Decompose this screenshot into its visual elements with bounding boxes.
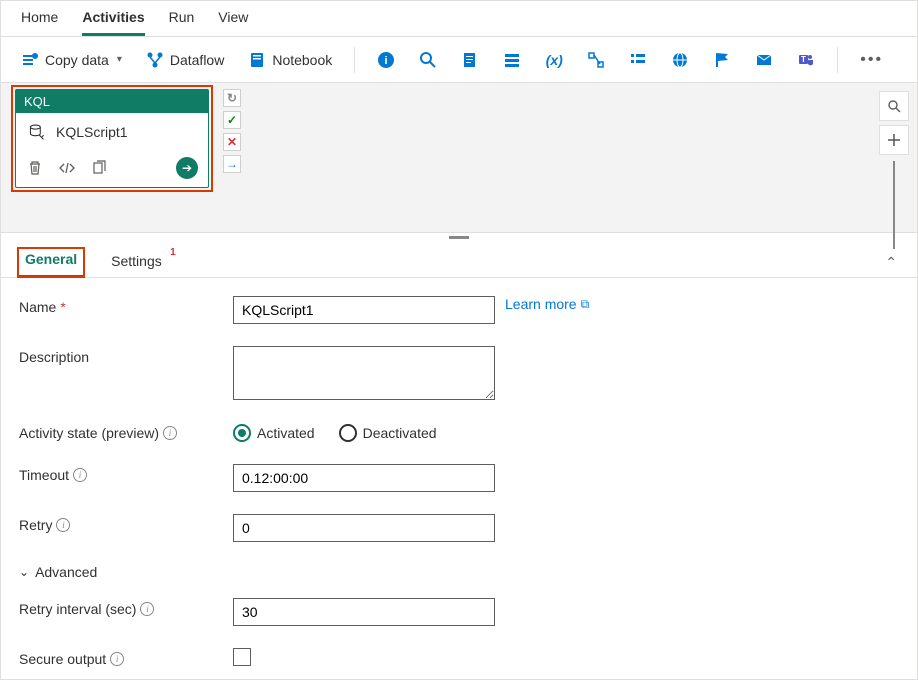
variable-icon: (x)	[545, 51, 563, 69]
tab-settings-label: Settings	[111, 253, 162, 269]
teams-icon: T	[797, 51, 815, 69]
delete-button[interactable]	[26, 159, 44, 177]
secure-output-checkbox[interactable]	[233, 648, 251, 666]
notebook-label: Notebook	[272, 52, 332, 68]
tab-view[interactable]: View	[218, 9, 248, 36]
notebook-icon	[248, 51, 266, 69]
tab-general[interactable]: General	[17, 247, 85, 278]
search-icon	[419, 51, 437, 69]
activity-selection-highlight: KQL KQLScript1 ➔ ↻	[11, 85, 213, 192]
learn-more-link[interactable]: Learn more ⧉	[505, 296, 589, 312]
info-icon[interactable]: i	[73, 468, 87, 482]
data-button[interactable]	[497, 47, 527, 73]
kql-database-icon	[28, 123, 46, 141]
script-button[interactable]	[455, 47, 485, 73]
required-star: *	[60, 299, 65, 315]
chevron-down-icon: ▾	[117, 54, 122, 65]
tab-home[interactable]: Home	[21, 9, 58, 36]
name-input[interactable]	[233, 296, 495, 324]
advanced-toggle[interactable]: ⌄ Advanced	[19, 564, 899, 580]
search-button[interactable]	[413, 47, 443, 73]
tab-settings[interactable]: Settings 1	[103, 249, 170, 277]
copy-data-button[interactable]: Copy data ▾	[15, 47, 128, 73]
svg-text:i: i	[385, 55, 388, 67]
learn-more-label: Learn more	[505, 296, 577, 312]
flag-icon	[713, 51, 731, 69]
description-input[interactable]	[233, 346, 495, 400]
radio-activated[interactable]: Activated	[233, 424, 315, 442]
status-refresh-icon[interactable]: ↻	[223, 89, 241, 107]
description-label: Description	[19, 349, 89, 365]
timeout-input[interactable]	[233, 464, 495, 492]
retry-interval-label: Retry interval (sec)	[19, 601, 136, 617]
dataflow-label: Dataflow	[170, 52, 224, 68]
globe-icon	[671, 51, 689, 69]
activity-node-kql[interactable]: KQL KQLScript1 ➔	[15, 89, 209, 188]
status-skip-icon[interactable]: →	[223, 155, 241, 173]
radio-activated-label: Activated	[257, 425, 315, 441]
pipeline-button[interactable]	[581, 47, 611, 73]
external-link-icon: ⧉	[581, 297, 590, 312]
copy-data-label: Copy data	[45, 52, 109, 68]
info-icon[interactable]: i	[110, 652, 124, 666]
info-icon[interactable]: i	[56, 518, 70, 532]
chevron-down-icon: ⌄	[19, 565, 29, 579]
name-label: Name	[19, 299, 56, 315]
list-icon	[629, 51, 647, 69]
activity-state-label: Activity state (preview)	[19, 425, 159, 441]
data-icon	[503, 51, 521, 69]
canvas-search-button[interactable]	[879, 91, 909, 121]
list-button[interactable]	[623, 47, 653, 73]
info-button[interactable]: i	[371, 47, 401, 73]
web-button[interactable]	[665, 47, 695, 73]
info-icon[interactable]: i	[163, 426, 177, 440]
dataflow-icon	[146, 51, 164, 69]
dataflow-button[interactable]: Dataflow	[140, 47, 230, 73]
retry-interval-input[interactable]	[233, 598, 495, 626]
tab-activities[interactable]: Activities	[82, 9, 144, 36]
canvas-add-button[interactable]	[879, 125, 909, 155]
info-icon[interactable]: i	[140, 602, 154, 616]
retry-input[interactable]	[233, 514, 495, 542]
copy-button[interactable]	[90, 159, 108, 177]
panel-resize-handle[interactable]: ▬▬	[1, 233, 917, 240]
pipeline-icon	[587, 51, 605, 69]
secure-output-label: Secure output	[19, 651, 106, 667]
script-icon	[461, 51, 479, 69]
svg-text:T: T	[801, 55, 806, 64]
retry-label: Retry	[19, 517, 52, 533]
run-button[interactable]: ➔	[176, 157, 198, 179]
flag-button[interactable]	[707, 47, 737, 73]
mail-button[interactable]	[749, 47, 779, 73]
copy-data-icon	[21, 51, 39, 69]
advanced-label: Advanced	[35, 564, 97, 580]
teams-button[interactable]: T	[791, 47, 821, 73]
separator	[837, 47, 838, 73]
tab-run[interactable]: Run	[169, 9, 195, 36]
radio-deactivated-label: Deactivated	[363, 425, 437, 441]
info-icon: i	[377, 51, 395, 69]
settings-badge: 1	[170, 247, 176, 258]
more-button[interactable]: •••	[854, 51, 889, 69]
radio-deactivated[interactable]: Deactivated	[339, 424, 437, 442]
variable-button[interactable]: (x)	[539, 47, 569, 73]
notebook-button[interactable]: Notebook	[242, 47, 338, 73]
collapse-panel-button[interactable]: ⌃	[881, 250, 901, 275]
code-button[interactable]	[58, 159, 76, 177]
mail-icon	[755, 51, 773, 69]
timeout-label: Timeout	[19, 467, 69, 483]
activity-title: KQLScript1	[56, 124, 128, 140]
minimap-track	[893, 161, 895, 249]
status-fail-icon[interactable]: ✕	[223, 133, 241, 151]
activity-type-label: KQL	[16, 90, 208, 113]
status-success-icon[interactable]: ✓	[223, 111, 241, 129]
separator	[354, 47, 355, 73]
